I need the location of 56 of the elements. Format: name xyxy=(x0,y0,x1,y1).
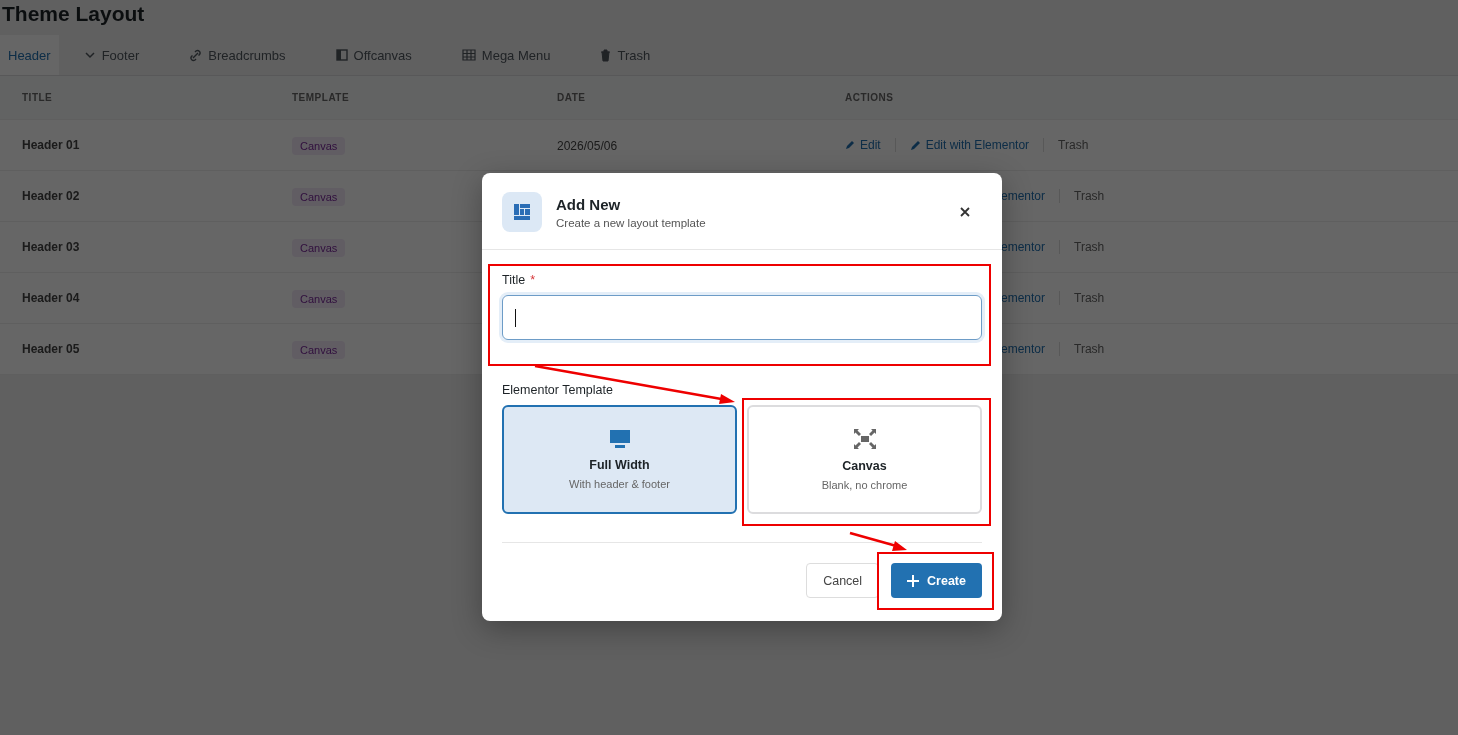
trash-link[interactable]: Trash xyxy=(1074,189,1105,203)
monitor-icon xyxy=(609,429,630,448)
brush-icon xyxy=(909,139,921,151)
link-icon xyxy=(189,48,203,62)
title-input[interactable] xyxy=(502,295,982,340)
cancel-button[interactable]: Cancel xyxy=(806,563,880,598)
tab[interactable]: Offcanvas xyxy=(310,35,437,75)
page-title: Theme Layout xyxy=(1,1,146,27)
template-badge: Canvas xyxy=(292,188,346,206)
table-cell-text: Header 05 xyxy=(21,342,81,356)
table-cell-text: Header 03 xyxy=(21,240,81,254)
trash-link[interactable]: Trash xyxy=(1074,342,1105,356)
grid-icon xyxy=(461,49,476,61)
table-cell: 2026/05/06 xyxy=(557,139,618,153)
table-cell-text: Header 01 xyxy=(21,138,81,152)
template-badge: Canvas xyxy=(292,137,346,155)
trash-link[interactable]: Trash xyxy=(1058,138,1089,152)
create-button[interactable]: Create xyxy=(891,563,982,598)
column-header: TEMPLATE xyxy=(292,92,351,103)
edit-with-elementor-link[interactable]: ementor xyxy=(1000,291,1045,305)
field-label: Title xyxy=(502,273,526,287)
edit-with-elementor-link[interactable]: ementor xyxy=(1000,240,1045,254)
section-label: Elementor Template xyxy=(502,383,614,397)
dialog-subtitle: Create a new layout template xyxy=(556,216,707,229)
column-header: ACTIONS xyxy=(845,92,895,103)
template-badge: Canvas xyxy=(292,239,346,257)
tab[interactable]: Footer xyxy=(58,35,165,75)
trash-link[interactable]: Trash xyxy=(1074,291,1105,305)
template-badge: Canvas xyxy=(292,290,346,308)
chevron-down-icon xyxy=(83,49,96,61)
panel-icon xyxy=(335,49,348,61)
template-option[interactable]: Canvas Blank, no chrome xyxy=(747,405,982,514)
edit-with-elementor-link[interactable]: ementor xyxy=(1000,189,1045,203)
tab[interactable]: Breadcrumbs xyxy=(164,35,311,75)
close-icon xyxy=(960,207,970,217)
template-badge: Canvas xyxy=(292,341,346,359)
tab[interactable]: Mega Menu xyxy=(436,35,576,75)
edit-with-elementor-link[interactable]: ementor xyxy=(1000,342,1045,356)
column-header: TITLE xyxy=(21,92,54,103)
layout-icon xyxy=(502,192,542,232)
column-header: DATE xyxy=(557,92,587,103)
edit-link[interactable]: Edit xyxy=(845,138,881,152)
expand-icon xyxy=(853,428,876,449)
trash-link[interactable]: Trash xyxy=(1074,240,1105,254)
pencil-icon xyxy=(845,140,855,150)
annotation-arrow xyxy=(849,531,907,551)
plus-icon xyxy=(907,574,920,587)
tab[interactable]: Header xyxy=(0,35,59,75)
dialog-title: Add New xyxy=(556,195,622,213)
table-cell-text: Header 02 xyxy=(21,189,81,203)
template-option[interactable]: Full Width With header & footer xyxy=(502,405,737,514)
edit-with-elementor-link[interactable]: Edit with Elementor xyxy=(909,138,1030,152)
required-mark: * xyxy=(530,273,536,287)
tab[interactable]: Trash xyxy=(575,35,676,75)
trash-icon xyxy=(600,48,612,62)
table-cell-text: Header 04 xyxy=(21,291,81,305)
